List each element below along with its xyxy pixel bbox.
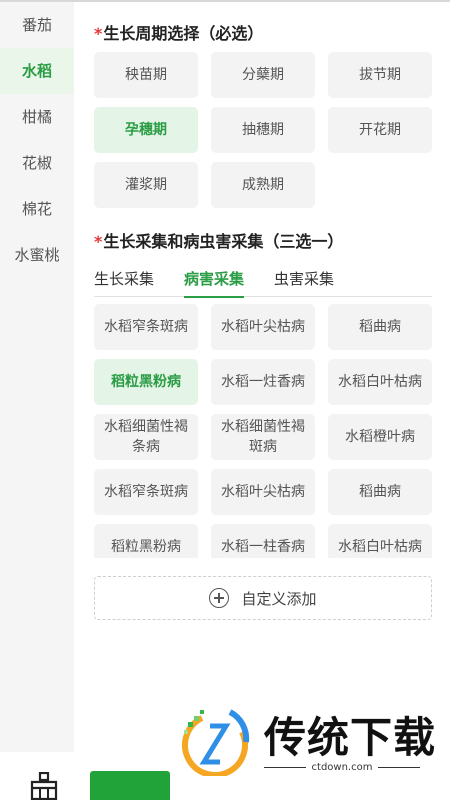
sidebar-item-rice[interactable]: 水稻 xyxy=(0,48,74,94)
sidebar: 番茄 水稻 柑橘 花椒 棉花 水蜜桃 xyxy=(0,2,74,752)
period-chip[interactable]: 灌浆期 xyxy=(94,162,198,208)
disease-chip[interactable]: 稻曲病 xyxy=(328,304,432,350)
disease-chip[interactable]: 水稻一炷香病 xyxy=(211,359,315,405)
growth-period-options: 秧苗期 分蘖期 拔节期 孕穗期 抽穗期 开花期 灌浆期 成熟期 xyxy=(94,52,432,208)
sidebar-item-citrus[interactable]: 柑橘 xyxy=(0,94,74,140)
plus-circle-icon xyxy=(209,588,230,608)
growth-period-title: *生长周期选择（必选） xyxy=(94,20,263,44)
watermark: 传统下载 ctdown.com xyxy=(180,700,440,782)
sidebar-item-pepper[interactable]: 花椒 xyxy=(0,140,74,186)
disease-options: 水稻窄条斑病 水稻叶尖枯病 稻曲病 稻粒黑粉病 水稻一炷香病 水稻白叶枯病 水稻… xyxy=(94,304,432,558)
period-chip[interactable]: 分蘖期 xyxy=(211,52,315,98)
disease-chip[interactable]: 水稻白叶枯病 xyxy=(328,359,432,405)
watermark-brand: 传统下载 xyxy=(264,713,437,762)
period-chip[interactable]: 拔节期 xyxy=(328,52,432,98)
sidebar-item-peach[interactable]: 水蜜桃 xyxy=(0,232,74,278)
sidebar-item-tomato[interactable]: 番茄 xyxy=(0,2,74,48)
disease-chip[interactable]: 水稻白叶枯病 xyxy=(328,524,432,558)
required-mark: * xyxy=(94,24,103,43)
main-panel: *生长周期选择（必选） 秧苗期 分蘖期 拔节期 孕穗期 抽穗期 开花期 灌浆期 … xyxy=(74,2,450,752)
disease-chip-selected[interactable]: 稻粒黑粉病 xyxy=(94,359,198,405)
watermark-url-text: ctdown.com xyxy=(311,762,373,773)
disease-chip[interactable]: 水稻窄条斑病 xyxy=(94,304,198,350)
disease-chip[interactable]: 稻粒黑粉病 xyxy=(94,524,198,558)
disease-chip[interactable]: 水稻橙叶病 xyxy=(328,414,432,460)
disease-chip[interactable]: 水稻叶尖枯病 xyxy=(211,469,315,515)
confirm-button[interactable] xyxy=(90,771,170,800)
period-chip[interactable]: 成熟期 xyxy=(211,162,315,208)
custom-add-label: 自定义添加 xyxy=(241,589,317,608)
period-chip-selected[interactable]: 孕穗期 xyxy=(94,107,198,153)
broom-icon[interactable] xyxy=(28,772,60,800)
tab-growth[interactable]: 生长采集 xyxy=(94,264,154,296)
custom-add-button[interactable]: 自定义添加 xyxy=(94,576,432,620)
watermark-url: ctdown.com xyxy=(264,762,420,773)
period-chip[interactable]: 抽穗期 xyxy=(211,107,315,153)
sidebar-item-cotton[interactable]: 棉花 xyxy=(0,186,74,232)
period-chip[interactable]: 开花期 xyxy=(328,107,432,153)
collection-tabs: 生长采集 病害采集 虫害采集 xyxy=(94,264,432,298)
growth-period-title-text: 生长周期选择（必选） xyxy=(103,24,264,43)
collection-title-text: 生长采集和病虫害采集（三选一） xyxy=(103,232,344,251)
disease-chip[interactable]: 水稻叶尖枯病 xyxy=(211,304,315,350)
period-chip[interactable]: 秧苗期 xyxy=(94,52,198,98)
required-mark: * xyxy=(94,232,103,251)
collection-title: *生长采集和病虫害采集（三选一） xyxy=(94,228,343,252)
disease-list-scroll[interactable]: 水稻窄条斑病 水稻叶尖枯病 稻曲病 稻粒黑粉病 水稻一炷香病 水稻白叶枯病 水稻… xyxy=(94,304,432,558)
watermark-logo xyxy=(182,709,250,776)
tab-disease[interactable]: 病害采集 xyxy=(184,264,245,298)
disease-chip[interactable]: 水稻窄条斑病 xyxy=(94,469,198,515)
disease-chip[interactable]: 水稻一柱香病 xyxy=(211,524,315,558)
disease-chip[interactable]: 水稻细菌性褐条病 xyxy=(94,414,198,460)
tab-pest[interactable]: 虫害采集 xyxy=(274,264,334,296)
disease-chip[interactable]: 稻曲病 xyxy=(328,469,432,515)
disease-chip[interactable]: 水稻细菌性褐斑病 xyxy=(211,414,315,460)
